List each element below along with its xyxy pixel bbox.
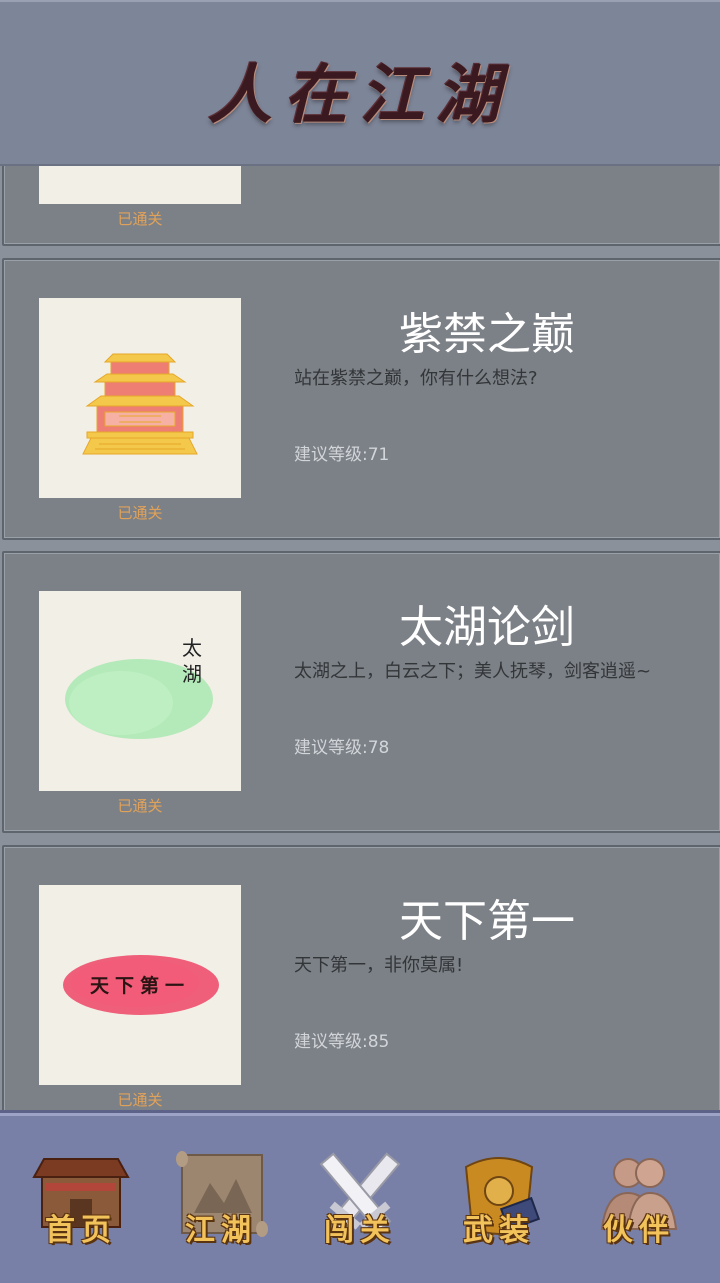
level-name: 紫禁之巅 bbox=[399, 309, 575, 360]
nav-label: 首页 bbox=[45, 1213, 117, 1248]
nav-equipment-button[interactable]: 武装 bbox=[444, 1143, 554, 1253]
thumb-caption: 天下第一 bbox=[89, 975, 190, 997]
nav-label: 闯关 bbox=[324, 1213, 396, 1248]
cleared-status: 已通关 bbox=[117, 1091, 163, 1109]
recommended-level: 建议等级:71 bbox=[294, 445, 390, 465]
level-description: 站在紫禁之巅，你有什么想法? bbox=[294, 368, 538, 389]
nav-companions-button[interactable]: 伙伴 bbox=[584, 1143, 694, 1253]
nav-label: 伙伴 bbox=[603, 1213, 675, 1248]
level-card-tianxia[interactable]: 天下第一 已通关 天下第一 天下第一，非你莫属! 建议等级:85 bbox=[2, 845, 720, 1110]
bottom-nav: 首页 江湖 闯关 武装 伙伴 bbox=[0, 1110, 720, 1283]
level-description: 天下第一，非你莫属! bbox=[294, 955, 464, 976]
level-name: 太湖论剑 bbox=[399, 602, 575, 653]
level-thumbnail: 天下第一 bbox=[39, 885, 241, 1085]
thumb-caption: 太湖 bbox=[182, 636, 202, 686]
level-description: 太湖之上，白云之下；美人抚琴，剑客逍遥~ bbox=[294, 661, 652, 682]
cleared-status: 已通关 bbox=[117, 504, 163, 522]
nav-home-button[interactable]: 首页 bbox=[26, 1143, 136, 1253]
recommended-level: 建议等级:78 bbox=[294, 738, 390, 758]
palace-icon bbox=[82, 353, 198, 455]
level-thumbnail bbox=[39, 164, 241, 204]
nav-jianghu-button[interactable]: 江湖 bbox=[166, 1143, 276, 1253]
level-list[interactable]: 已通关 已通关 紫禁之巅 站在紫禁之巅，你有什么想法? 建议等级:71 太湖 已… bbox=[0, 164, 720, 1110]
level-name: 天下第一 bbox=[399, 896, 575, 947]
app-header: 人在江湖 bbox=[0, 0, 720, 166]
level-card-taihu[interactable]: 太湖 已通关 太湖论剑 太湖之上，白云之下；美人抚琴，剑客逍遥~ 建议等级:78 bbox=[2, 551, 720, 833]
green-ink-wash-icon bbox=[65, 659, 213, 739]
level-thumbnail: 太湖 bbox=[39, 591, 241, 791]
app-title: 人在江湖 bbox=[208, 58, 512, 133]
nav-label: 武装 bbox=[463, 1213, 535, 1248]
cleared-status: 已通关 bbox=[117, 797, 163, 815]
nav-label: 江湖 bbox=[185, 1213, 257, 1248]
level-card[interactable]: 已通关 bbox=[2, 164, 720, 246]
recommended-level: 建议等级:85 bbox=[294, 1032, 390, 1052]
nav-challenge-button[interactable]: 闯关 bbox=[305, 1143, 415, 1253]
level-card-zijin[interactable]: 已通关 紫禁之巅 站在紫禁之巅，你有什么想法? 建议等级:71 bbox=[2, 258, 720, 540]
level-thumbnail bbox=[39, 298, 241, 498]
cleared-status: 已通关 bbox=[117, 210, 163, 228]
